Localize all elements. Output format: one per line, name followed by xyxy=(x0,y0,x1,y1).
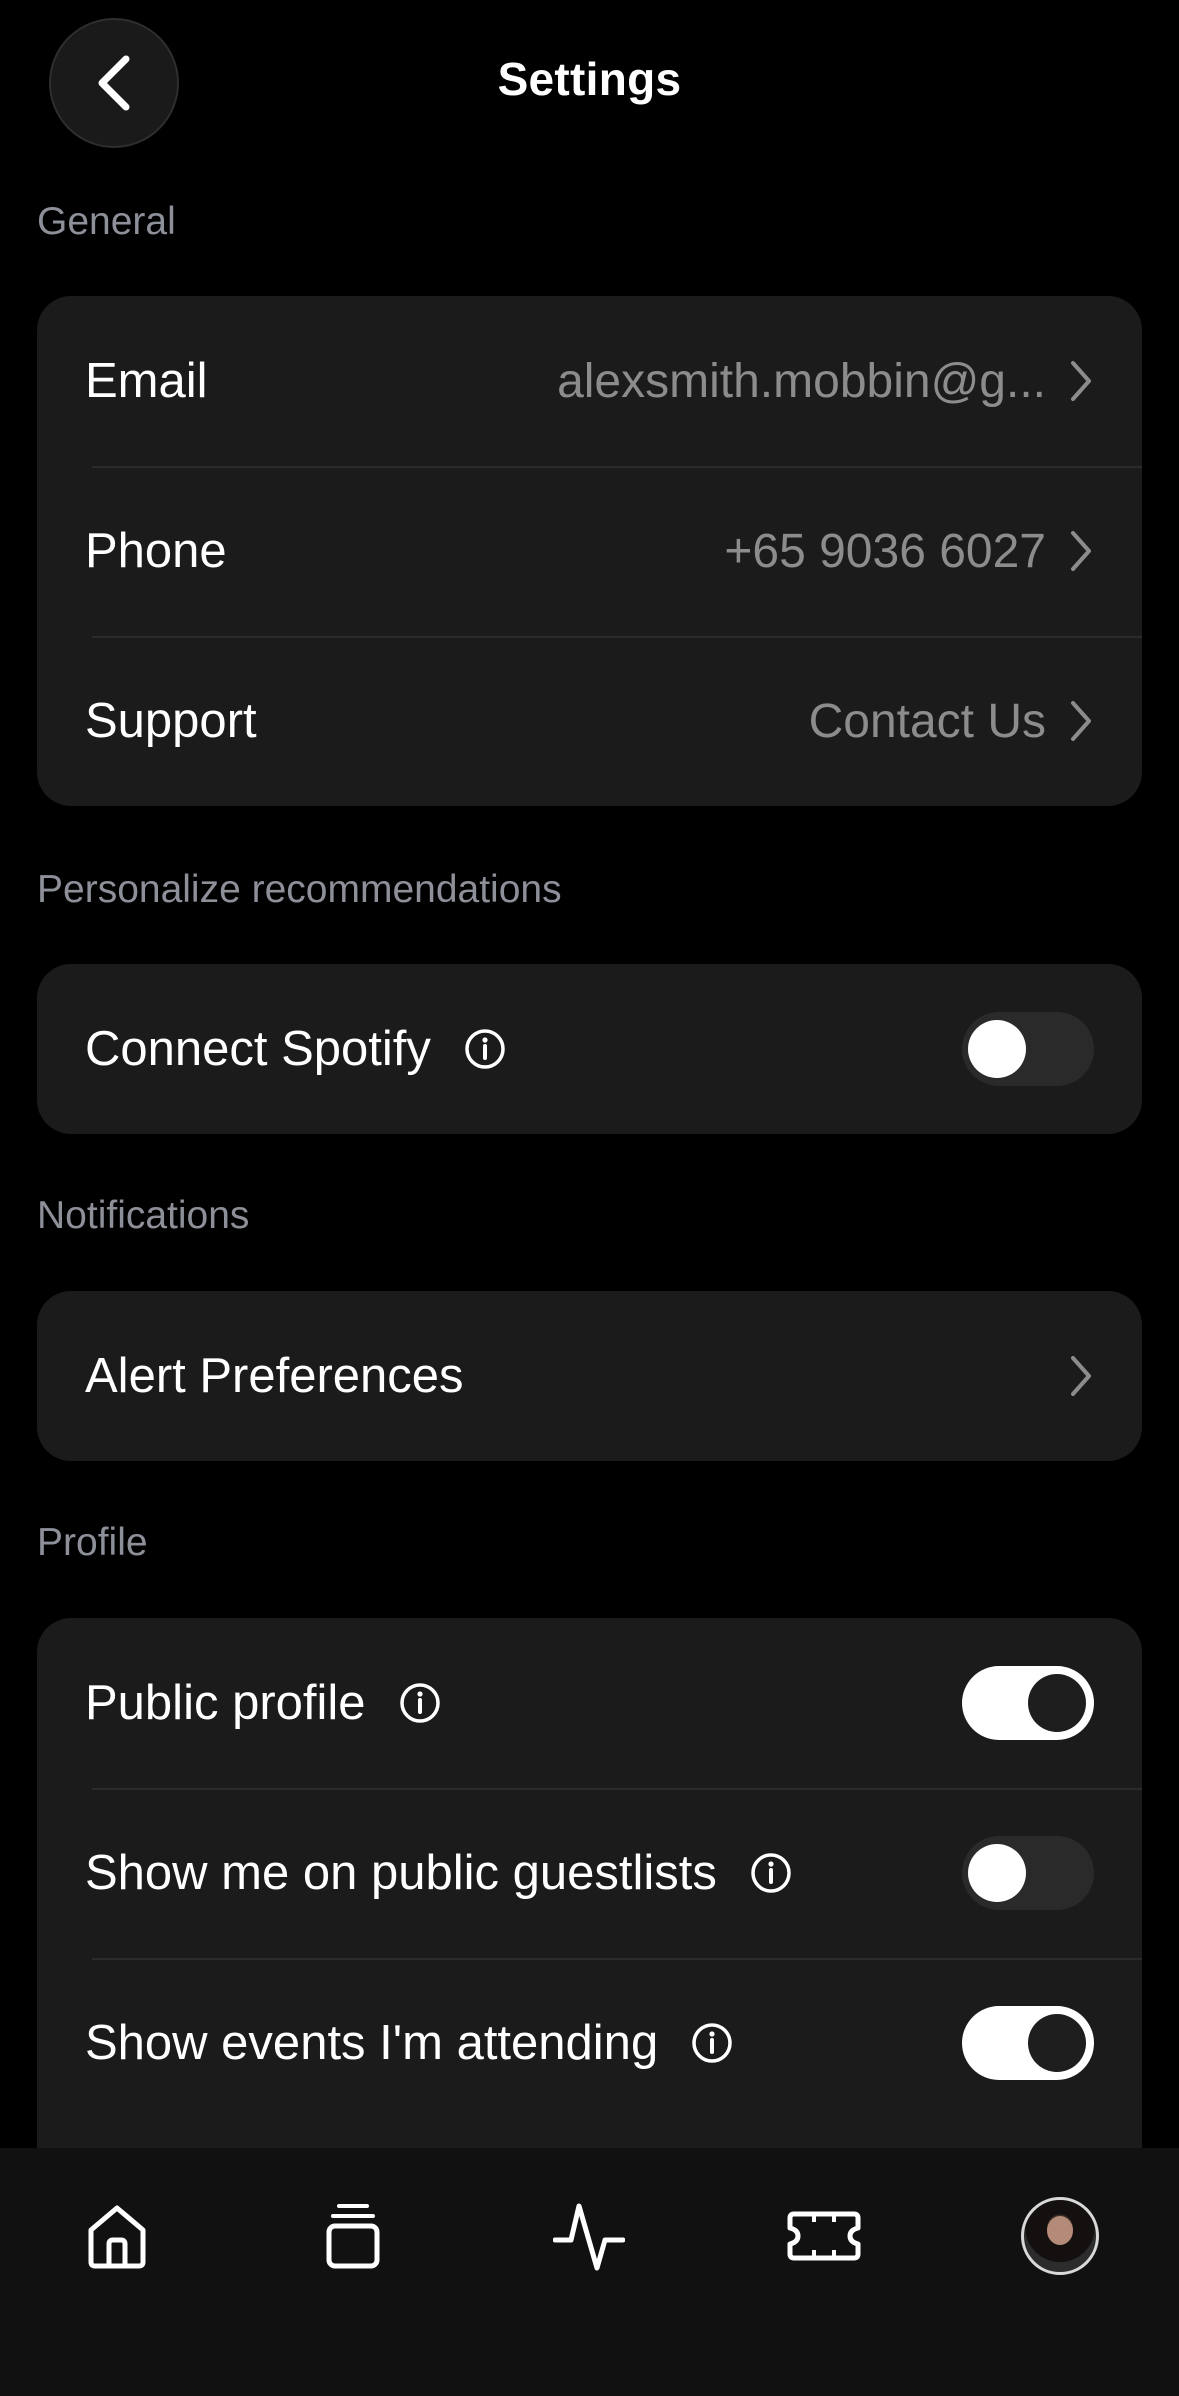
chevron-right-icon xyxy=(1068,358,1094,404)
info-icon[interactable] xyxy=(398,1681,442,1725)
support-value: Contact Us xyxy=(808,694,1046,748)
connect-spotify-label: Connect Spotify xyxy=(85,1022,431,1076)
section-label-notifications: Notifications xyxy=(37,1194,250,1237)
public-profile-toggle[interactable] xyxy=(962,1666,1094,1740)
connect-spotify-toggle[interactable] xyxy=(962,1012,1094,1086)
toggle-knob xyxy=(1028,1674,1086,1732)
chevron-right-icon xyxy=(1068,698,1094,744)
tab-home[interactable] xyxy=(57,2176,177,2296)
phone-label: Phone xyxy=(85,524,227,578)
info-icon[interactable] xyxy=(690,2021,734,2065)
section-label-general: General xyxy=(37,200,176,243)
toggle-knob xyxy=(1028,2014,1086,2072)
email-value: alexsmith.mobbin@g... xyxy=(557,354,1046,408)
chevron-right-icon xyxy=(1068,528,1094,574)
toggle-knob xyxy=(968,1844,1026,1902)
tab-activity[interactable] xyxy=(529,2176,649,2296)
toggle-knob xyxy=(968,1020,1026,1078)
alert-preferences-row[interactable]: Alert Preferences xyxy=(37,1291,1142,1461)
public-guestlists-label: Show me on public guestlists xyxy=(85,1846,717,1900)
tab-tickets[interactable] xyxy=(764,2176,884,2296)
section-label-personalize: Personalize recommendations xyxy=(37,868,562,911)
email-label: Email xyxy=(85,354,208,408)
header: Settings xyxy=(0,0,1179,170)
email-row[interactable]: Email alexsmith.mobbin@g... xyxy=(37,296,1142,466)
info-icon[interactable] xyxy=(749,1851,793,1895)
public-guestlists-row: Show me on public guestlists xyxy=(37,1788,1142,1958)
public-profile-label: Public profile xyxy=(85,1676,366,1730)
events-attending-toggle[interactable] xyxy=(962,2006,1094,2080)
page-title: Settings xyxy=(497,53,682,105)
tab-stack[interactable] xyxy=(293,2176,413,2296)
activity-icon xyxy=(553,2203,625,2271)
phone-row[interactable]: Phone +65 9036 6027 xyxy=(37,466,1142,636)
ticket-icon xyxy=(787,2211,861,2261)
events-attending-row: Show events I'm attending xyxy=(37,1958,1142,2128)
public-profile-row: Public profile xyxy=(37,1618,1142,1788)
profile-card: Public profile Show me on public guestli… xyxy=(37,1618,1142,2148)
notifications-card: Alert Preferences xyxy=(37,1291,1142,1461)
profile-avatar xyxy=(1021,2197,1099,2275)
phone-value: +65 9036 6027 xyxy=(724,524,1046,578)
home-icon xyxy=(88,2205,146,2269)
chevron-right-icon xyxy=(1068,1353,1094,1399)
support-row[interactable]: Support Contact Us xyxy=(37,636,1142,806)
connect-spotify-row: Connect Spotify xyxy=(37,964,1142,1134)
events-attending-label: Show events I'm attending xyxy=(85,2016,659,2070)
stack-icon xyxy=(326,2204,380,2269)
support-label: Support xyxy=(85,694,257,748)
alert-preferences-label: Alert Preferences xyxy=(85,1349,464,1403)
info-icon[interactable] xyxy=(463,1027,507,1071)
personalize-card: Connect Spotify xyxy=(37,964,1142,1134)
tab-profile[interactable] xyxy=(1000,2176,1120,2296)
public-guestlists-toggle[interactable] xyxy=(962,1836,1094,1910)
tab-bar xyxy=(0,2148,1179,2396)
general-card: Email alexsmith.mobbin@g... Phone +65 90… xyxy=(37,296,1142,806)
section-label-profile: Profile xyxy=(37,1521,148,1564)
